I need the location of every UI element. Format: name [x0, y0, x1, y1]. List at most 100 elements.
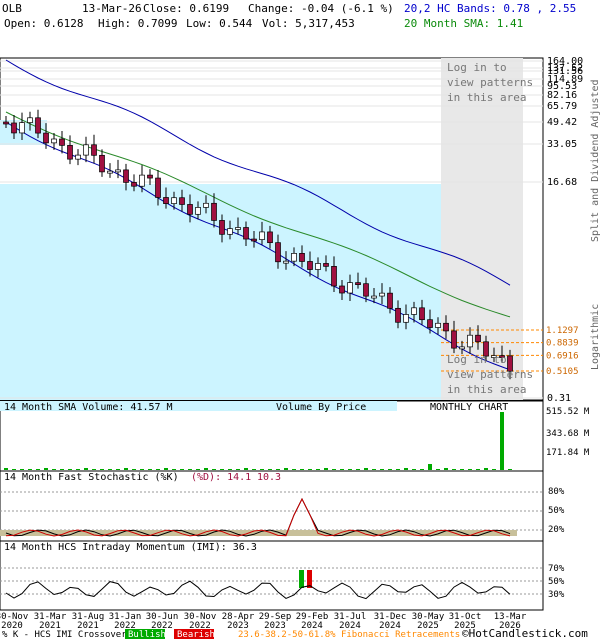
volume-bar [484, 468, 488, 470]
volume-bar [436, 469, 440, 470]
volume-panel: 14 Month SMA Volume: 41.57 M Volume By P… [0, 400, 590, 472]
volume-bar [476, 469, 480, 470]
volume-bar [140, 469, 144, 470]
imi-tick-label: 30% [548, 590, 565, 600]
candle-body [435, 322, 441, 328]
candle-body [451, 330, 457, 349]
candle-body [235, 227, 241, 230]
candle-body [427, 319, 433, 328]
candle-body [51, 138, 57, 144]
volume-bar [492, 469, 496, 470]
volume-bar [420, 469, 424, 470]
candle-body [379, 292, 385, 297]
volume-bar [380, 469, 384, 470]
stochastic-panel: 14 Month Fast Stochastic (%K) (%D): 14.1… [0, 470, 565, 542]
candle-body [475, 334, 481, 343]
candle-body [363, 283, 369, 297]
volume-bar [188, 469, 192, 470]
low-label: Low: 0.544 [186, 17, 253, 30]
patterns-area [441, 58, 523, 400]
stochastic-tick-label: 50% [548, 506, 565, 516]
volume-bar [92, 469, 96, 470]
candle-body [419, 307, 425, 321]
volume-bar [132, 469, 136, 470]
login-overlay-top-1[interactable]: Log in to [447, 61, 507, 74]
volume-bar [340, 469, 344, 470]
candle-body [395, 307, 401, 323]
candle-body [307, 261, 313, 270]
volume-bar [460, 469, 464, 470]
volume-bar [388, 469, 392, 470]
x-axis-ticks: 30-Nov202031-Mar202131-Aug202131-Jan2022… [0, 612, 527, 631]
login-overlay-bottom-3[interactable]: in this area [447, 383, 526, 396]
candle-body [179, 197, 185, 205]
volume-bar [220, 469, 224, 470]
volume-bar [332, 469, 336, 470]
login-overlay-bottom-2[interactable]: view patterns [447, 368, 533, 381]
volume-bar [428, 464, 432, 470]
volume-bar [500, 412, 504, 470]
volume-bar [236, 469, 240, 470]
candle-body [59, 138, 65, 146]
candle-body [3, 121, 9, 125]
candle-body [91, 144, 97, 156]
volume-bar [116, 469, 120, 470]
volume-bar [356, 469, 360, 470]
candle-body [123, 169, 129, 183]
stochastic-tick-label: 20% [548, 525, 565, 535]
bullish-label: Bullish [128, 630, 166, 640]
log-side-label: Logarithmic [590, 304, 600, 370]
volume-bar [244, 468, 248, 470]
volume-bar [68, 469, 72, 470]
candle-body [243, 227, 249, 240]
volume-bar [60, 469, 64, 470]
copyright-link[interactable]: ©HotCandlestick.com [462, 627, 588, 640]
login-overlay-top-2[interactable]: view patterns [447, 76, 533, 89]
candle-body [219, 220, 225, 235]
candle-body [459, 346, 465, 350]
volume-bar [404, 468, 408, 470]
chart-canvas: OLB 13-Mar-26 Close: 0.6199 Change: -0.0… [0, 2, 600, 640]
volume-bar [372, 469, 376, 470]
volume-bar [44, 468, 48, 470]
candle-body [27, 117, 33, 123]
candle-body [331, 266, 337, 287]
volume-bar [52, 469, 56, 470]
volume-bar [396, 469, 400, 470]
candle-body [187, 204, 193, 215]
volume-bar [156, 469, 160, 470]
adjusted-side-label: Split and Dividend Adjusted [590, 79, 600, 242]
candle-body [35, 117, 41, 134]
volume-bar [228, 469, 232, 470]
volume-label: Vol: 5,317,453 [262, 17, 355, 30]
fib-label: 0.6916 [546, 351, 579, 361]
candle-body [139, 174, 145, 187]
stochastic-d-value: 10.3 [257, 472, 281, 483]
candle-body [443, 322, 449, 332]
candle-body [11, 122, 17, 134]
volume-bar [468, 469, 472, 470]
login-overlay-top-3[interactable]: in this area [447, 91, 526, 104]
candle-body [315, 263, 321, 270]
fib-label: 1.1297 [546, 326, 579, 336]
fibonacci-legend-label: 23.6-38.2-50-61.8% Fibonacci Retracement… [238, 630, 460, 640]
login-overlay-bottom-1[interactable]: Log in to [447, 353, 507, 366]
volume-bar [252, 469, 256, 470]
crossover-legend-label: % K - HCS IMI Crossover: [2, 630, 132, 640]
candle-body [195, 207, 201, 215]
volume-bar [300, 469, 304, 470]
candle-body [203, 202, 209, 208]
volume-bar [76, 469, 80, 470]
close-label: Close: 0.6199 [143, 2, 229, 15]
symbol-label: OLB [2, 2, 22, 15]
candle-body [171, 197, 177, 204]
volume-bar [260, 469, 264, 470]
open-label: Open: 0.6128 [4, 17, 83, 30]
candle-body [411, 307, 417, 315]
candle-body [339, 285, 345, 294]
volume-bar [508, 469, 512, 470]
volume-bar [316, 469, 320, 470]
volume-panel-title: 14 Month SMA Volume: 41.57 M [4, 402, 173, 413]
candle-body [67, 145, 73, 160]
candle-body [299, 253, 305, 262]
